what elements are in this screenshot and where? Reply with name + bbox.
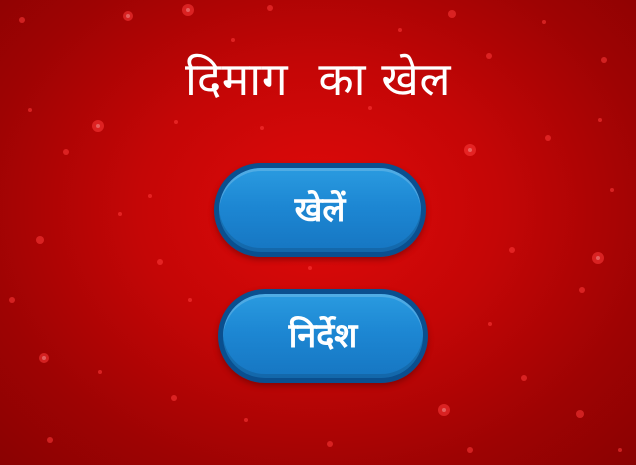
instructions-button-label: निर्देश (288, 316, 358, 356)
game-title: दिमाग का खेल (184, 52, 452, 106)
play-button[interactable]: खेलें (214, 163, 426, 257)
instructions-button[interactable]: निर्देश (218, 289, 428, 383)
play-button-label: खेलें (294, 190, 346, 230)
